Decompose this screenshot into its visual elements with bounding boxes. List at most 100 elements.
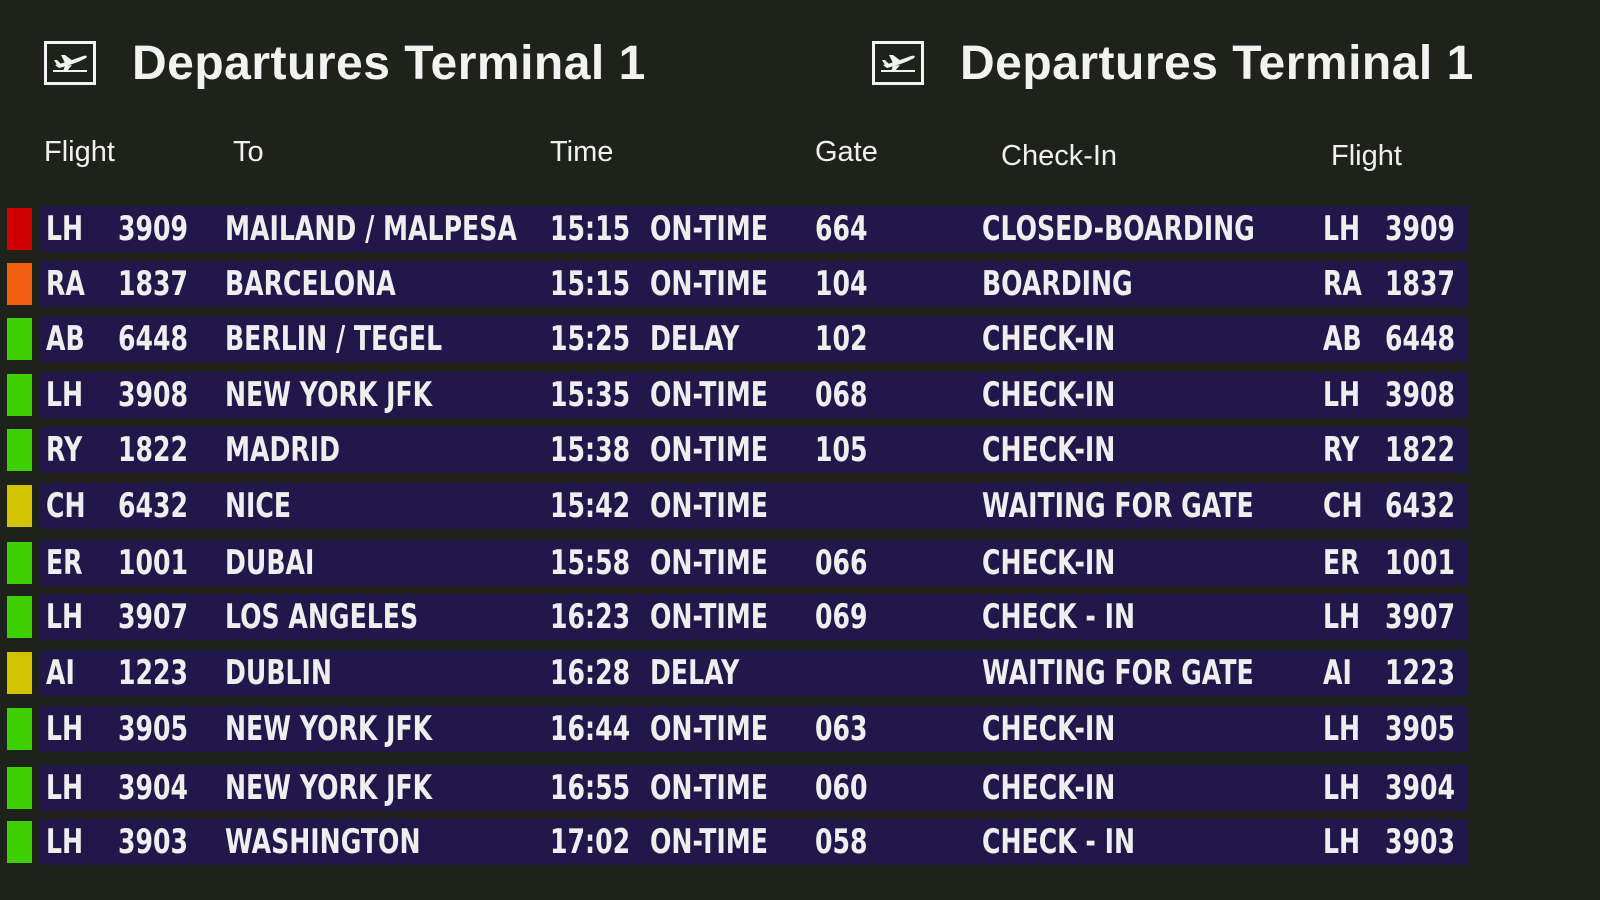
flight-number: 3905 [118, 709, 189, 749]
flight-time: 15:25 [550, 319, 631, 359]
status-indicator [7, 208, 32, 250]
flight-destination: DUBLIN [225, 653, 332, 693]
board-title: Departures Terminal 1 [132, 36, 646, 90]
flight-number: 3907 [118, 597, 189, 637]
status-indicator [7, 542, 32, 584]
flight-time: 15:35 [550, 375, 631, 415]
flight-airline-right: LH [1323, 597, 1361, 637]
status-indicator [7, 652, 32, 694]
flight-destination: WASHINGTON [225, 822, 421, 862]
flight-checkin: CHECK-IN [982, 768, 1116, 808]
flight-number: 1822 [118, 430, 189, 470]
flight-airline: RA [46, 264, 85, 304]
flight-number-right: 1223 [1385, 653, 1456, 693]
flight-time: 17:02 [550, 822, 631, 862]
flight-remark: ON-TIME [650, 375, 768, 415]
flight-remark: ON-TIME [650, 486, 768, 526]
flight-airline-right: LH [1323, 768, 1361, 808]
flight-airline: RY [46, 430, 83, 470]
column-header-checkin: Check-In [1001, 140, 1118, 172]
flight-number: 3908 [118, 375, 189, 415]
flight-remark: ON-TIME [650, 822, 768, 862]
flight-remark: ON-TIME [650, 430, 768, 470]
flight-number: 6448 [118, 319, 189, 359]
flight-remark: ON-TIME [650, 543, 768, 583]
flight-airline: LH [46, 597, 84, 637]
flight-airline: LH [46, 768, 84, 808]
flight-checkin: CHECK - IN [982, 822, 1136, 862]
flight-remark: DELAY [650, 319, 740, 359]
flight-time: 16:23 [550, 597, 631, 637]
flight-airline: LH [46, 209, 84, 249]
flight-remark: ON-TIME [650, 597, 768, 637]
table-row: RY 1822 MADRID 15:38 ON-TIME 105 CHECK-IN RY 182… [0, 427, 1470, 473]
flight-gate: 058 [815, 822, 868, 862]
flight-number-right: 3904 [1385, 768, 1456, 808]
flight-remark: ON-TIME [650, 264, 768, 304]
flight-airline: AI [46, 653, 75, 693]
board-title: Departures Terminal 1 [960, 36, 1474, 90]
flight-number-right: 3909 [1385, 209, 1456, 249]
flight-destination: NEW YORK JFK [225, 709, 433, 749]
flight-gate: 102 [815, 319, 868, 359]
flight-checkin: CHECK - IN [982, 597, 1136, 637]
table-row: CH 6432 NICE 15:42 ON-TIME WAITING FOR GATE CH… [0, 483, 1470, 529]
flight-airline-right: AB [1323, 319, 1362, 359]
flight-destination: MADRID [225, 430, 341, 470]
flight-airline-right: LH [1323, 822, 1361, 862]
column-header-flight: Flight [44, 136, 115, 168]
flight-checkin: CHECK-IN [982, 375, 1116, 415]
flight-destination: NEW YORK JFK [225, 768, 433, 808]
flight-airline-right: RA [1323, 264, 1362, 304]
flight-checkin: CHECK-IN [982, 319, 1116, 359]
table-row: LH 3908 NEW YORK JFK 15:35 ON-TIME 068 CHECK-I… [0, 372, 1470, 418]
flight-destination: LOS ANGELES [225, 597, 419, 637]
table-row: ER 1001 DUBAI 15:58 ON-TIME 066 CHECK-IN ER 1001 [0, 540, 1470, 586]
flight-gate: 066 [815, 543, 868, 583]
flight-time: 16:44 [550, 709, 631, 749]
flight-airline: LH [46, 709, 84, 749]
table-row: LH 3903 WASHINGTON 17:02 ON-TIME 058 CHECK - I… [0, 819, 1470, 865]
airplane-departure-icon [44, 41, 96, 85]
flight-remark: ON-TIME [650, 709, 768, 749]
flight-airline-right: RY [1323, 430, 1360, 470]
flight-airline-right: LH [1323, 209, 1361, 249]
airplane-departure-icon [872, 41, 924, 85]
flight-number: 1001 [118, 543, 189, 583]
flight-gate: 664 [815, 209, 868, 249]
flight-destination: BERLIN / TEGEL [225, 319, 443, 359]
flight-number: 1223 [118, 653, 189, 693]
flight-time: 16:28 [550, 653, 631, 693]
flight-time: 15:15 [550, 264, 631, 304]
flight-remark: ON-TIME [650, 768, 768, 808]
flight-airline: LH [46, 822, 84, 862]
table-row: LH 3904 NEW YORK JFK 16:55 ON-TIME 060 CHECK-I… [0, 765, 1470, 811]
table-row: LH 3905 NEW YORK JFK 16:44 ON-TIME 063 CHECK-I… [0, 706, 1470, 752]
flight-gate: 060 [815, 768, 868, 808]
flight-airline: CH [46, 486, 86, 526]
flight-destination: NEW YORK JFK [225, 375, 433, 415]
table-row: AI 1223 DUBLIN 16:28 DELAY WAITING FOR GATE AI… [0, 650, 1470, 696]
board-header-right: Departures Terminal 1 [872, 28, 1474, 98]
flight-airline-right: CH [1323, 486, 1363, 526]
flight-checkin: CHECK-IN [982, 543, 1116, 583]
flight-gate: 063 [815, 709, 868, 749]
table-row: RA 1837 BARCELONA 15:15 ON-TIME 104 BOARDING RA… [0, 261, 1470, 307]
status-indicator [7, 263, 32, 305]
flight-gate: 105 [815, 430, 868, 470]
flight-checkin: WAITING FOR GATE [982, 486, 1254, 526]
column-header-flight-right: Flight [1331, 140, 1402, 172]
flight-gate: 068 [815, 375, 868, 415]
flight-number-right: 3903 [1385, 822, 1456, 862]
flight-airline-right: AI [1323, 653, 1352, 693]
flight-number-right: 3907 [1385, 597, 1456, 637]
flight-remark: ON-TIME [650, 209, 768, 249]
status-indicator [7, 485, 32, 527]
departures-board: Departures Terminal 1 Departures Termina… [0, 0, 1600, 900]
flight-remark: DELAY [650, 653, 740, 693]
flight-number: 1837 [118, 264, 189, 304]
status-indicator [7, 596, 32, 638]
flight-airline-right: LH [1323, 709, 1361, 749]
table-row: LH 3907 LOS ANGELES 16:23 ON-TIME 069 CHECK - … [0, 594, 1470, 640]
status-indicator [7, 429, 32, 471]
